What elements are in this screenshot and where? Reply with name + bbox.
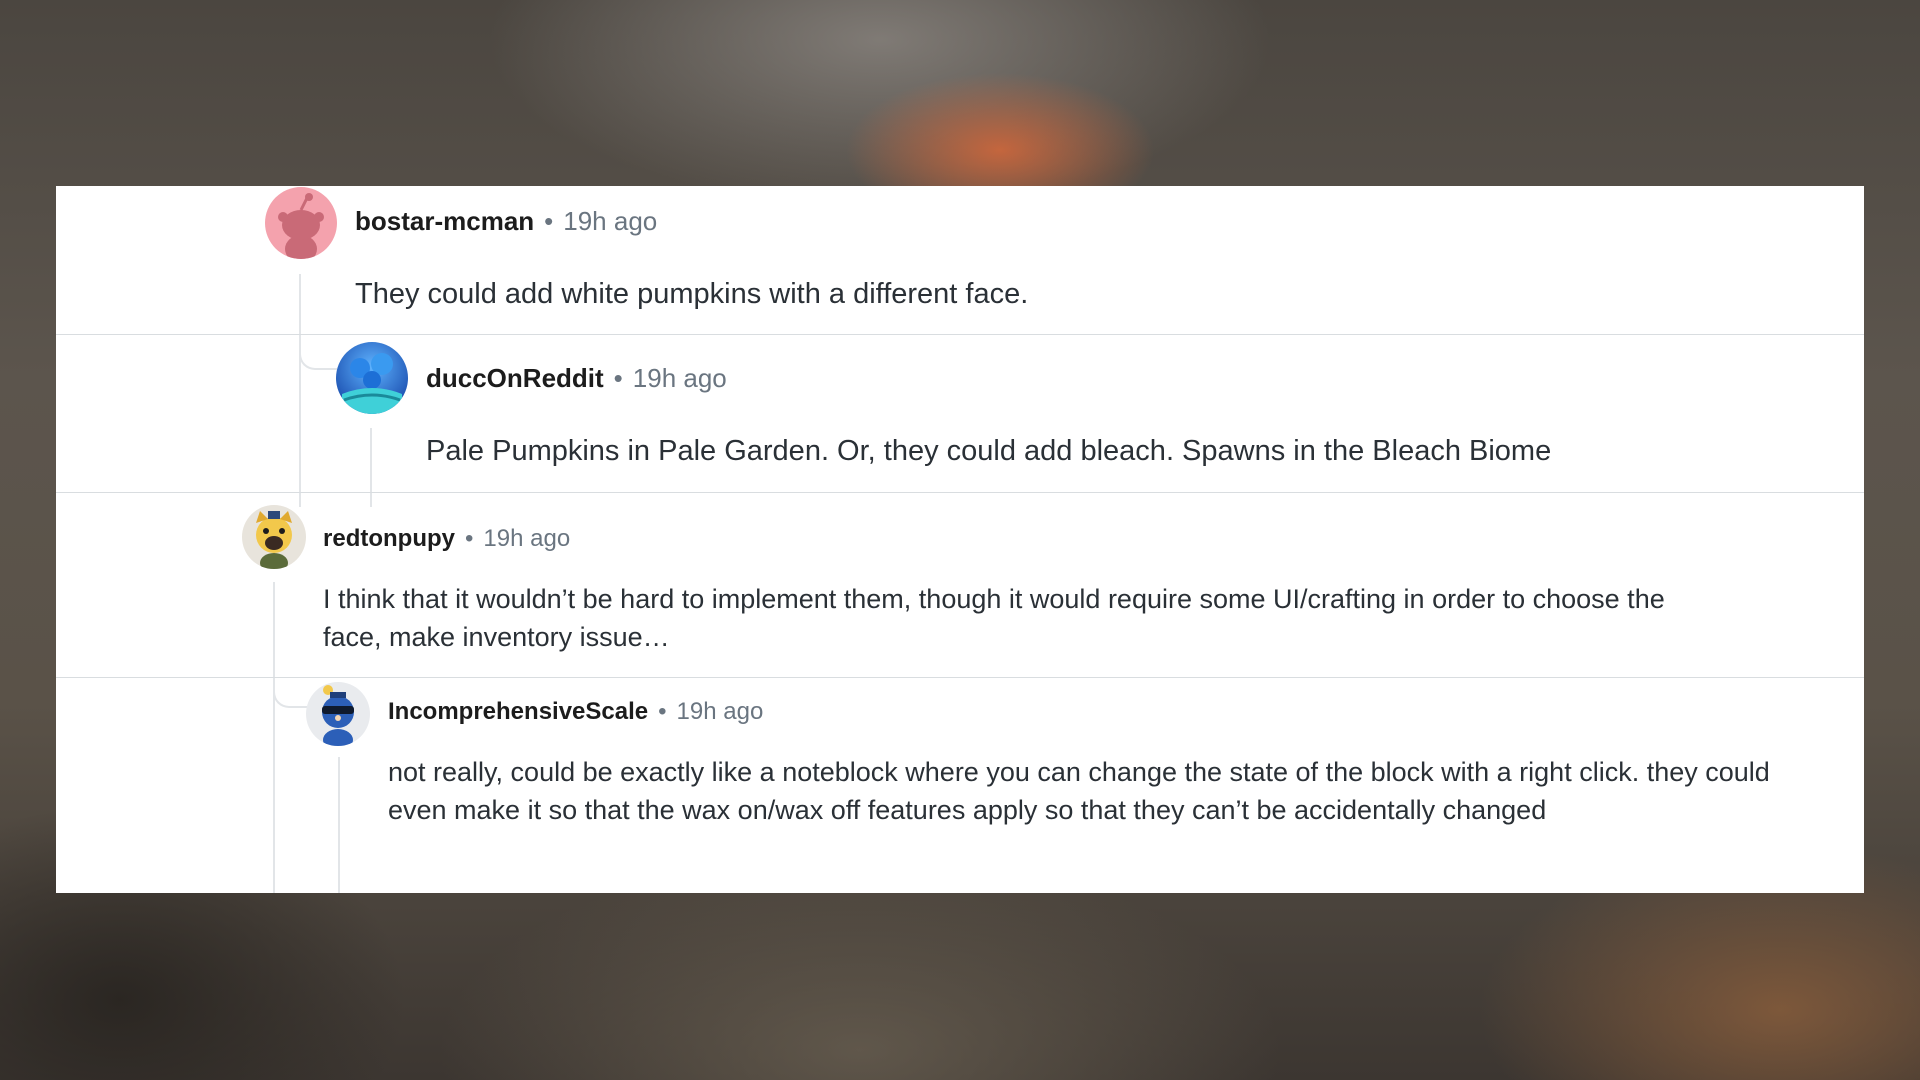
thread-line[interactable]	[299, 274, 301, 507]
username[interactable]: IncomprehensiveScale	[388, 698, 648, 726]
blue-ninja-avatar-icon	[306, 682, 370, 746]
meta-separator: •	[658, 698, 667, 725]
timestamp[interactable]: 19h ago	[677, 698, 764, 726]
comment-meta: redtonpupy • 19h ago	[323, 525, 570, 553]
username[interactable]: bostar-mcman	[355, 206, 534, 237]
comment-body: I think that it wouldn’t be hard to impl…	[323, 584, 1665, 652]
thread-line[interactable]	[338, 757, 340, 893]
username[interactable]: redtonpupy	[323, 525, 455, 553]
comment-meta: IncomprehensiveScale • 19h ago	[388, 698, 763, 726]
meta-separator: •	[465, 525, 474, 552]
thread-connector	[299, 346, 337, 370]
comment-body: They could add white pumpkins with a dif…	[355, 278, 1029, 310]
comment-divider	[56, 334, 1864, 335]
timestamp[interactable]: 19h ago	[563, 206, 657, 237]
comments-panel: bostar-mcman • 19h ago They could add wh…	[56, 186, 1864, 893]
yellow-dog-avatar-icon	[242, 505, 306, 569]
comment-body: Pale Pumpkins in Pale Garden. Or, they c…	[426, 435, 1552, 467]
comment-meta: duccOnReddit • 19h ago	[426, 363, 727, 394]
username[interactable]: duccOnReddit	[426, 363, 604, 394]
comment-divider	[56, 492, 1864, 493]
snoo-default-avatar-icon	[265, 187, 337, 259]
thread-line[interactable]	[370, 428, 372, 507]
user-avatar-icon[interactable]	[242, 505, 306, 569]
comment-body: not really, could be exactly like a note…	[388, 757, 1770, 825]
timestamp[interactable]: 19h ago	[633, 363, 727, 394]
meta-separator: •	[613, 363, 623, 393]
timestamp[interactable]: 19h ago	[483, 525, 570, 553]
thread-connector	[273, 684, 311, 708]
comment-divider	[56, 677, 1864, 678]
thread-line[interactable]	[273, 582, 275, 893]
user-avatar-icon[interactable]	[336, 342, 408, 414]
user-avatar-icon[interactable]	[265, 187, 337, 259]
meta-separator: •	[544, 206, 554, 236]
user-avatar-icon[interactable]	[306, 682, 370, 746]
blue-coral-avatar-icon	[336, 342, 408, 414]
comment-meta: bostar-mcman • 19h ago	[355, 206, 657, 237]
